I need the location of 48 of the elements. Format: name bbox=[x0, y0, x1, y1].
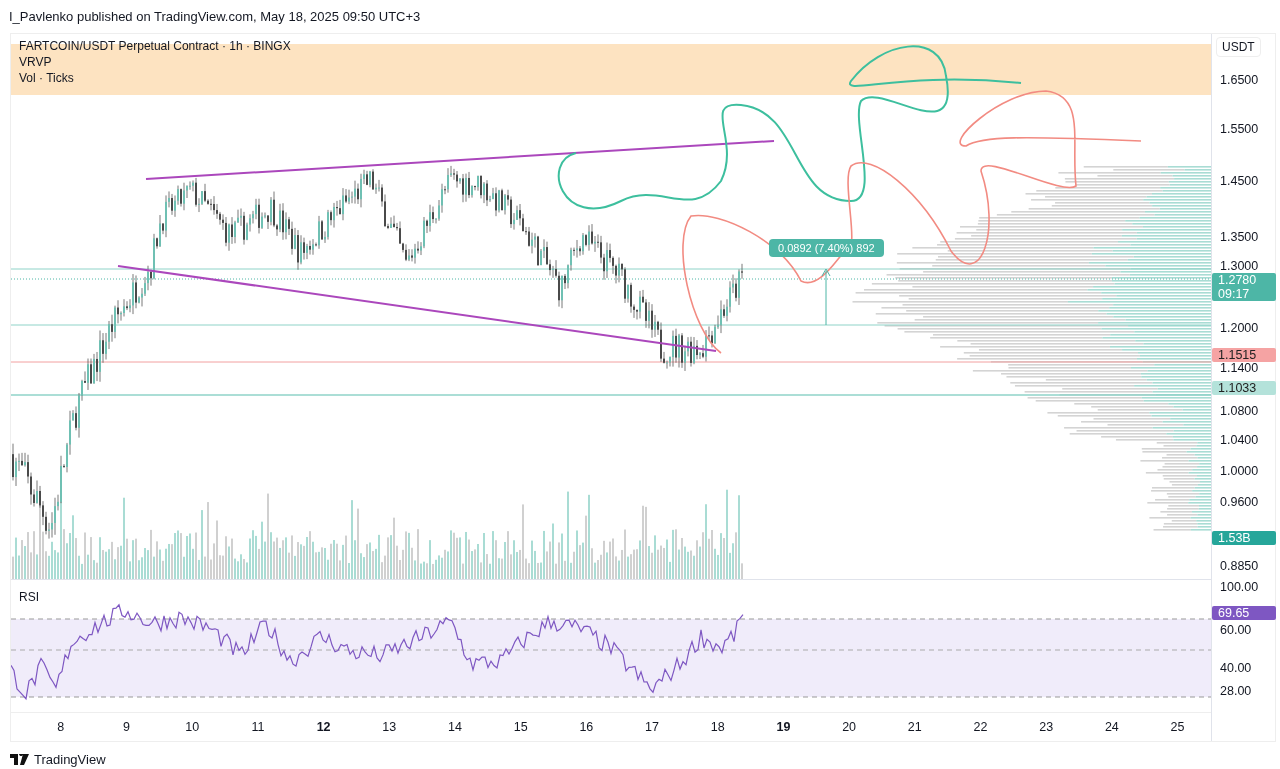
time-label: 22 bbox=[972, 720, 989, 734]
time-label: 17 bbox=[644, 720, 660, 734]
time-label: 9 bbox=[122, 720, 131, 734]
logo-icon bbox=[10, 754, 30, 765]
price-label: 1.3000 bbox=[1220, 259, 1259, 273]
price-label: 1.4500 bbox=[1220, 174, 1259, 188]
price-badge: 1.2780 09:17 bbox=[1212, 273, 1276, 302]
time-label: 16 bbox=[578, 720, 595, 734]
time-label: 20 bbox=[841, 720, 858, 734]
rsi-badge: 69.65 bbox=[1212, 605, 1276, 620]
price-badge: 1.1515 bbox=[1212, 347, 1276, 362]
price-label: 1.2000 bbox=[1220, 322, 1259, 336]
rsi-scale-label: 28.00 bbox=[1220, 684, 1252, 698]
price-label: 0.8850 bbox=[1220, 559, 1259, 573]
time-label: 10 bbox=[184, 720, 201, 734]
time-label: 13 bbox=[381, 720, 398, 734]
time-label: 21 bbox=[906, 720, 923, 734]
brand-name: TradingView bbox=[34, 752, 106, 767]
price-label: 1.3500 bbox=[1220, 230, 1259, 244]
price-badge: 1.53B bbox=[1212, 531, 1276, 545]
price-label: 1.6500 bbox=[1220, 74, 1259, 87]
price-label: 1.0000 bbox=[1220, 464, 1259, 478]
price-label: 1.0400 bbox=[1220, 434, 1259, 447]
price-badge: 1.1033 bbox=[1212, 380, 1276, 395]
time-label: 14 bbox=[447, 720, 463, 734]
time-label: 24 bbox=[1103, 720, 1120, 734]
legend-text: VRVP bbox=[19, 54, 53, 70]
time-label: 23 bbox=[1038, 720, 1055, 734]
rsi-scale-label: 100.00 bbox=[1220, 581, 1259, 594]
time-label: 19 bbox=[775, 720, 792, 734]
indicator-label: RSI bbox=[19, 590, 39, 604]
price-label: 1.1400 bbox=[1220, 362, 1259, 376]
price-label: 0.9600 bbox=[1220, 496, 1259, 510]
time-label: 15 bbox=[512, 720, 529, 734]
measure-label: 0.0892 (7.40%) 892 bbox=[769, 239, 884, 257]
price-label: 1.0800 bbox=[1220, 404, 1259, 418]
currency-button[interactable]: USDT bbox=[1216, 37, 1261, 57]
legend-text: Vol · Ticks bbox=[19, 70, 75, 86]
rsi-scale-label: 40.00 bbox=[1220, 662, 1252, 675]
time-label: 8 bbox=[56, 720, 66, 734]
price-label: 1.5500 bbox=[1220, 122, 1259, 136]
time-label: 11 bbox=[250, 720, 266, 734]
publish-info: I_Pavlenko published on TradingView.com, May 18, 2025 09:50 UTC+3 bbox=[8, 8, 422, 26]
time-label: 12 bbox=[315, 720, 332, 734]
rsi-scale-label: 60.00 bbox=[1220, 624, 1252, 637]
legend-text: FARTCOIN/USDT Perpetual Contract · 1h · BINGX bbox=[19, 38, 291, 54]
time-label: 18 bbox=[709, 720, 726, 734]
time-label: 25 bbox=[1169, 720, 1186, 734]
